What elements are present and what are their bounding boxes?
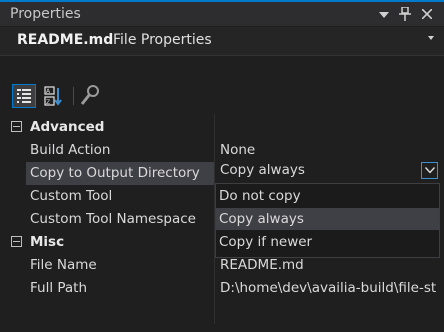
copy-option-dropdown: Do not copy Copy always Copy if newer <box>215 183 440 258</box>
toolbar-separator <box>73 87 74 105</box>
property-name: Copy to Output Directory <box>30 165 200 181</box>
dropdown-option-label: Copy always <box>219 211 304 227</box>
property-value[interactable]: D:\home\dev\availia-build\file-st <box>220 280 436 296</box>
close-icon[interactable] <box>418 5 436 23</box>
dropdown-button[interactable] <box>421 162 438 179</box>
property-value[interactable]: README.md <box>220 257 304 273</box>
category-label: Advanced <box>30 119 105 135</box>
pin-icon[interactable] <box>396 5 414 23</box>
property-pages-icon[interactable] <box>78 84 102 108</box>
property-row[interactable]: Full Path D:\home\dev\availia-build\file… <box>0 277 444 300</box>
dropdown-option-selected[interactable]: Copy always <box>216 208 439 230</box>
property-value[interactable]: Copy always <box>220 162 305 178</box>
alphabetical-icon[interactable]: A Z <box>42 84 66 108</box>
object-selector[interactable]: README.md File Properties <box>0 27 444 56</box>
panel-title: Properties <box>10 6 81 22</box>
property-row[interactable]: Build Action None <box>0 139 444 162</box>
property-value[interactable]: None <box>220 142 255 158</box>
category-label: Misc <box>30 234 65 250</box>
property-name: File Name <box>30 257 97 273</box>
chevron-down-icon[interactable] <box>428 36 434 40</box>
property-name: Build Action <box>30 142 111 158</box>
panel-title-bar: Properties <box>0 2 444 26</box>
property-name: Custom Tool Namespace <box>30 211 196 227</box>
dropdown-arrow-icon[interactable] <box>375 5 393 23</box>
collapse-icon[interactable] <box>11 236 22 247</box>
property-name: Full Path <box>30 280 88 296</box>
svg-text:Z: Z <box>46 99 50 106</box>
dropdown-option[interactable]: Copy if newer <box>216 231 439 253</box>
object-type: File Properties <box>113 32 212 48</box>
categorized-icon[interactable] <box>12 84 36 108</box>
dropdown-option[interactable]: Do not copy <box>216 185 439 207</box>
collapse-icon[interactable] <box>11 121 22 132</box>
dropdown-option-label: Do not copy <box>219 188 301 204</box>
dropdown-option-label: Copy if newer <box>219 234 313 250</box>
property-name: Custom Tool <box>30 188 113 204</box>
object-name: README.md <box>17 32 114 48</box>
category-advanced[interactable]: Advanced <box>0 116 444 139</box>
property-value-editor[interactable]: Copy always <box>216 160 440 182</box>
chevron-down-icon <box>425 167 435 174</box>
properties-toolbar: A Z <box>0 82 444 110</box>
